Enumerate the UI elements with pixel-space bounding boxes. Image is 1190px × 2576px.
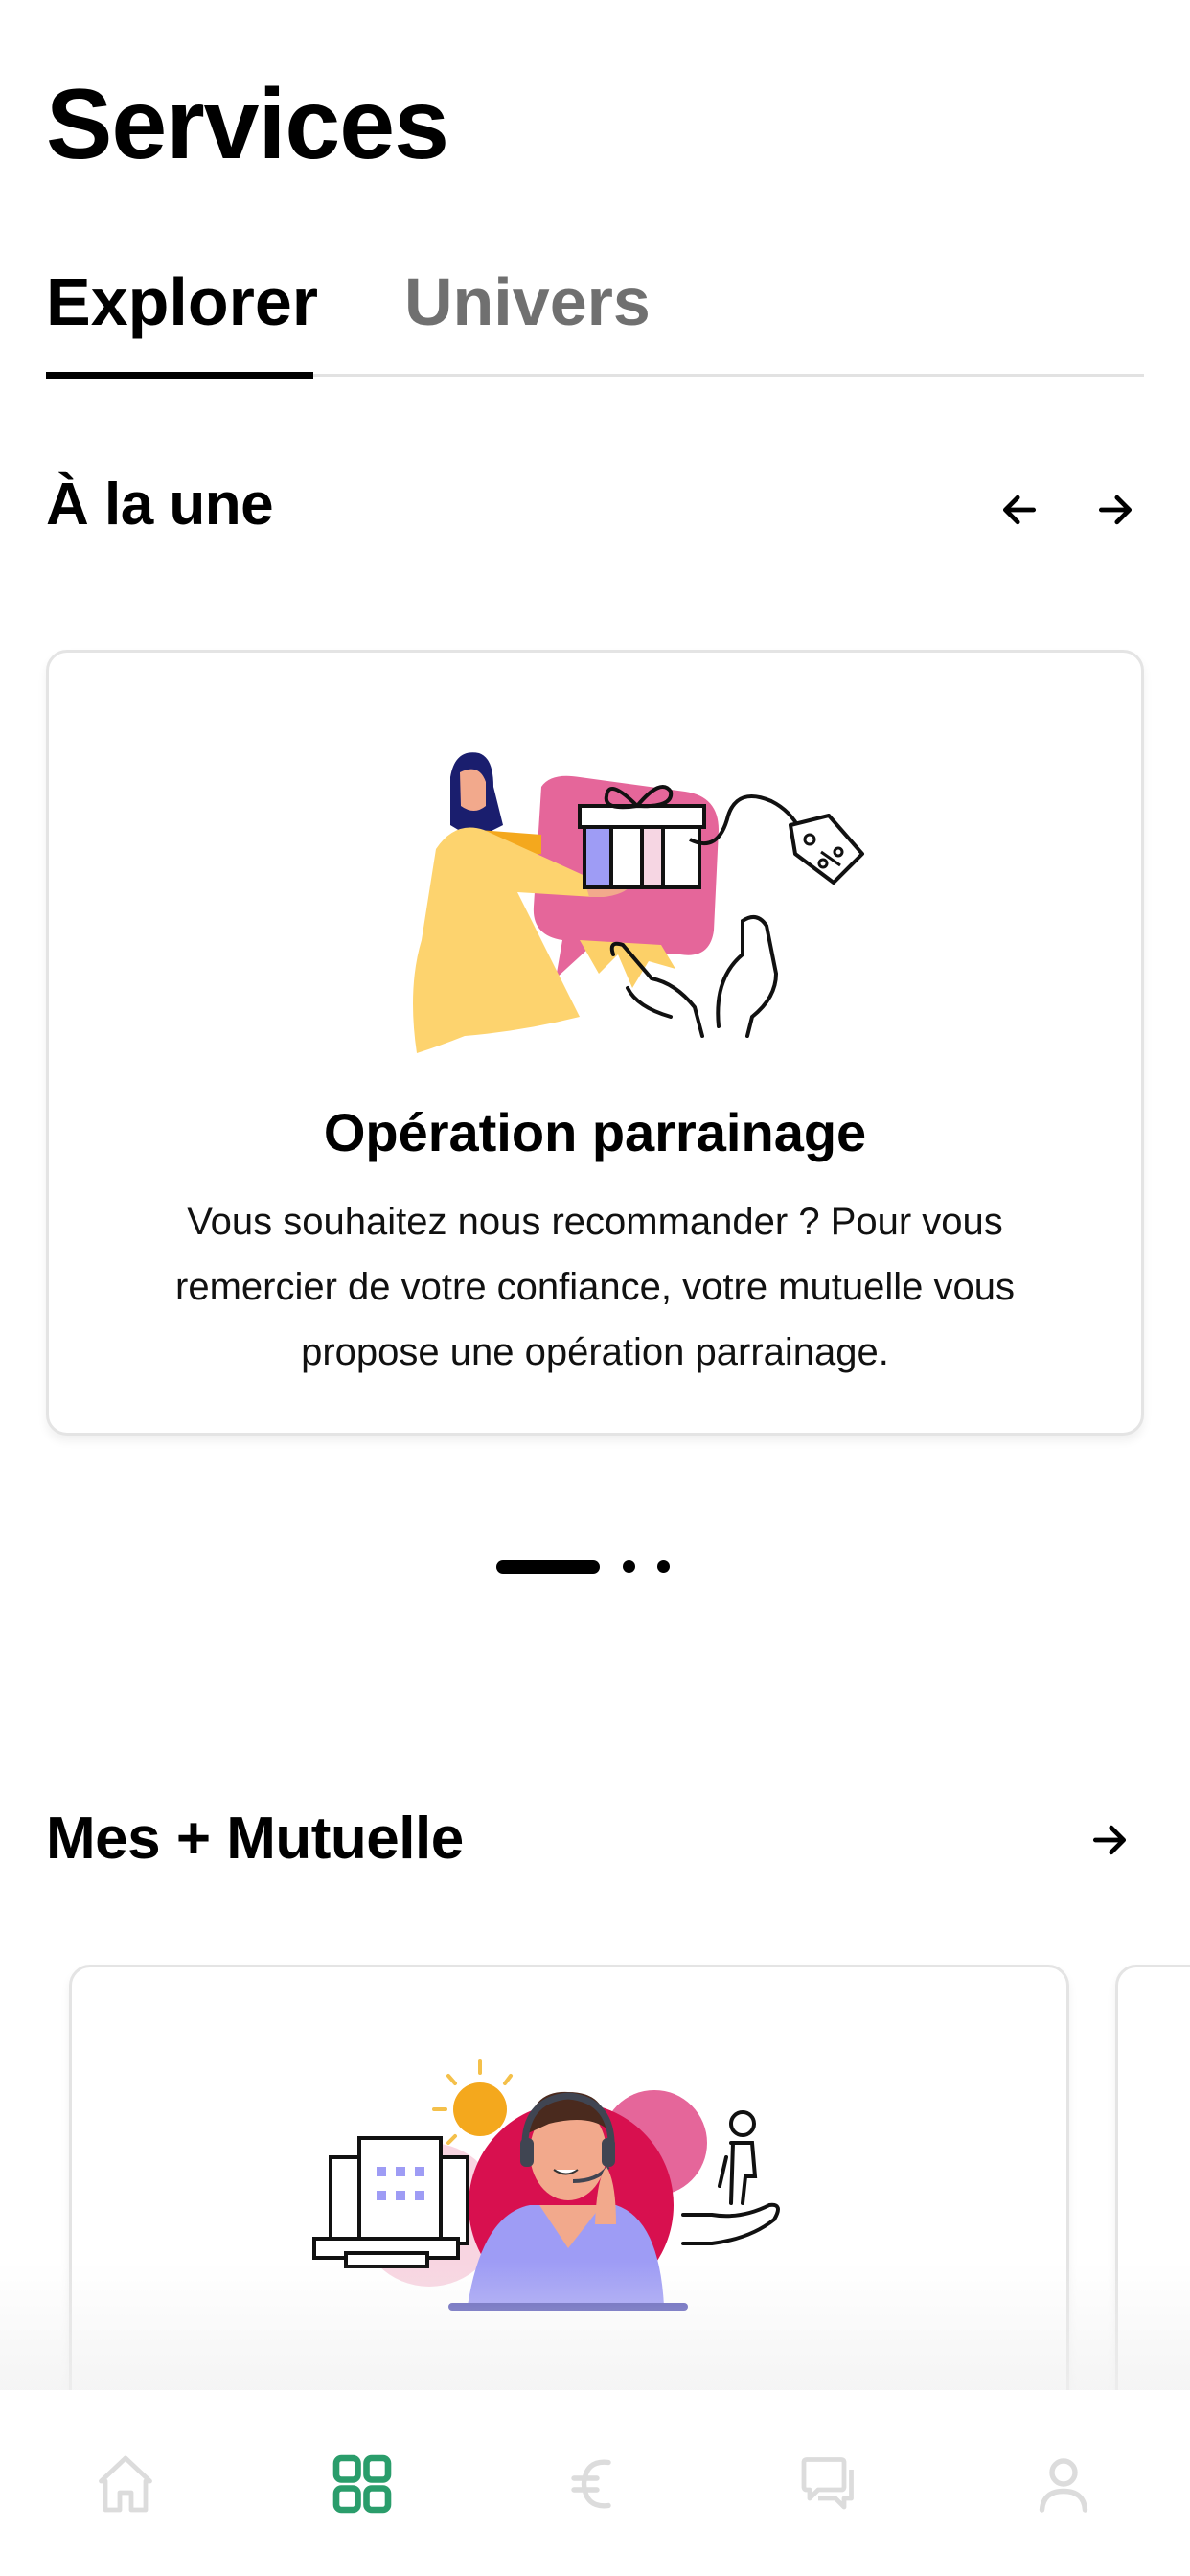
arrow-right-icon — [1098, 494, 1133, 525]
arrow-right-icon — [1092, 1825, 1127, 1855]
tab-bar: Explorer Univers — [46, 268, 1144, 381]
carousel-prev-button[interactable] — [991, 481, 1048, 539]
nav-services[interactable] — [314, 2436, 410, 2532]
pagination-dot[interactable] — [657, 1560, 670, 1573]
pagination-dot-active[interactable] — [496, 1560, 600, 1574]
nav-messages[interactable] — [782, 2436, 878, 2532]
featured-card-description: Vous souhaitez nous recommander ? Pour v… — [175, 1201, 1015, 1373]
carousel-pagination — [494, 1556, 705, 1576]
chat-icon — [801, 2457, 854, 2510]
tab-univers[interactable]: Univers — [404, 268, 651, 335]
section-title-mutuelle: Mes + Mutuelle — [46, 1806, 464, 1872]
home-icon — [99, 2455, 152, 2513]
arrow-left-icon — [1002, 494, 1037, 525]
section-title-featured: À la une — [46, 472, 274, 538]
nav-profile[interactable] — [1016, 2436, 1111, 2532]
bottom-nav — [0, 2390, 1190, 2576]
profile-icon — [1039, 2458, 1088, 2513]
euro-icon — [571, 2459, 611, 2509]
grid-icon — [332, 2454, 392, 2514]
tab-explorer[interactable]: Explorer — [46, 268, 318, 335]
gift-referral-illustration — [413, 752, 864, 1053]
carousel-next-button[interactable] — [1087, 481, 1144, 539]
featured-card-title: Opération parrainage — [323, 1102, 867, 1162]
nav-finances[interactable] — [546, 2436, 642, 2532]
bottom-fade — [0, 2262, 1190, 2391]
page-title: Services — [46, 69, 449, 180]
tab-active-indicator — [46, 372, 313, 379]
nav-home[interactable] — [78, 2436, 173, 2532]
featured-card-parrainage[interactable]: Opération parrainage Vous souhaitez nous… — [46, 650, 1144, 1436]
pagination-dot[interactable] — [623, 1560, 635, 1573]
mutuelle-see-all-button[interactable] — [1081, 1811, 1138, 1869]
